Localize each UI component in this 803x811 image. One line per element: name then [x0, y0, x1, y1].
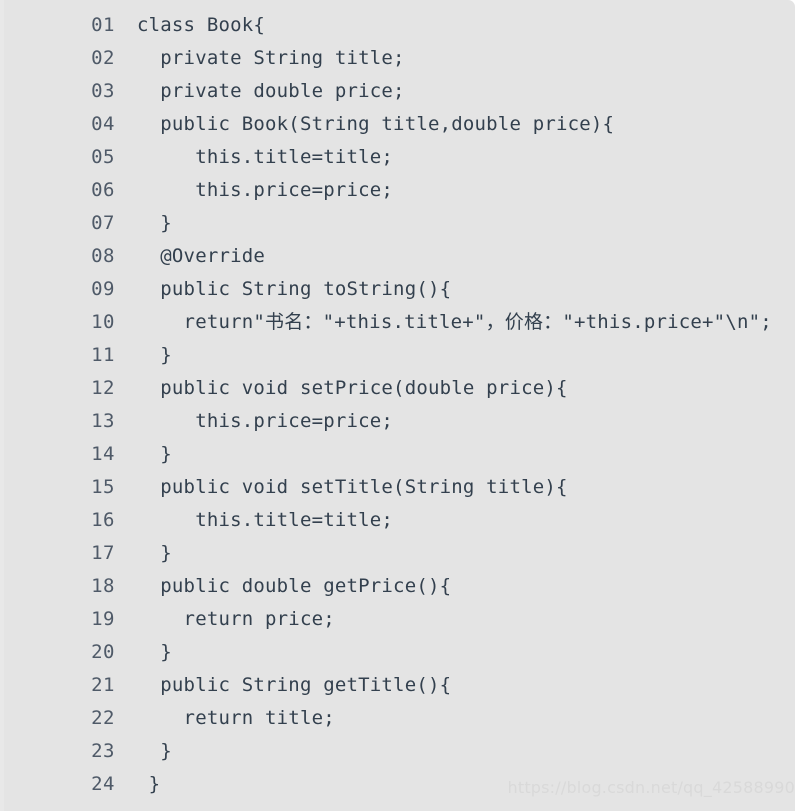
- code-line: 10 return"书名："+this.title+"，价格："+this.pr…: [0, 306, 795, 339]
- line-number: 14: [91, 443, 115, 465]
- line-number: 15: [91, 476, 115, 498]
- line-code: return"书名："+this.title+"，价格："+this.price…: [137, 311, 772, 333]
- line-number: 17: [91, 542, 115, 564]
- line-code: }: [137, 212, 172, 234]
- code-line: 20 }: [0, 636, 795, 669]
- line-code: @Override: [137, 245, 266, 267]
- line-code: }: [137, 443, 172, 465]
- line-number: 16: [91, 509, 115, 531]
- line-number: 02: [91, 47, 115, 69]
- line-number: 04: [91, 113, 115, 135]
- line-number: 05: [91, 146, 115, 168]
- code-line: 15 public void setTitle(String title){: [0, 471, 795, 504]
- line-code: return price;: [137, 608, 335, 630]
- line-code: private double price;: [137, 80, 405, 102]
- line-code: private String title;: [137, 47, 405, 69]
- line-code: }: [137, 542, 172, 564]
- line-code: public String getTitle(){: [137, 674, 452, 696]
- code-line: 04 public Book(String title,double price…: [0, 108, 795, 141]
- line-code: public void setPrice(double price){: [137, 377, 568, 399]
- line-code: }: [137, 344, 172, 366]
- line-number: 24: [91, 773, 115, 795]
- line-number: 22: [91, 707, 115, 729]
- line-code: return title;: [137, 707, 335, 729]
- line-code: public Book(String title,double price){: [137, 113, 615, 135]
- code-line: 01 class Book{: [0, 9, 795, 42]
- line-code: }: [137, 773, 161, 795]
- line-number: 03: [91, 80, 115, 102]
- code-listing: 01 class Book{02 private String title; 03 …: [0, 9, 795, 801]
- line-code: }: [137, 641, 172, 663]
- code-screenshot: 01 class Book{02 private String title; 03 …: [0, 0, 803, 811]
- code-line: 14 }: [0, 438, 795, 471]
- line-code: this.price=price;: [137, 410, 394, 432]
- code-line: 05 this.title=title;: [0, 141, 795, 174]
- line-code: this.price=price;: [137, 179, 394, 201]
- line-number: 23: [91, 740, 115, 762]
- code-line: 11 }: [0, 339, 795, 372]
- line-code: this.title=title;: [137, 146, 394, 168]
- line-number: 19: [91, 608, 115, 630]
- line-number: 13: [91, 410, 115, 432]
- line-number: 12: [91, 377, 115, 399]
- code-line: 17 }: [0, 537, 795, 570]
- line-number: 10: [91, 311, 115, 333]
- line-code: this.title=title;: [137, 509, 394, 531]
- code-line: 12 public void setPrice(double price){: [0, 372, 795, 405]
- code-line: 16 this.title=title;: [0, 504, 795, 537]
- line-number: 11: [91, 344, 115, 366]
- code-line: 09 public String toString(){: [0, 273, 795, 306]
- code-line: 07 }: [0, 207, 795, 240]
- code-panel: 01 class Book{02 private String title; 03 …: [0, 0, 795, 811]
- code-line: 22 return title;: [0, 702, 795, 735]
- code-line: 19 return price;: [0, 603, 795, 636]
- line-code: public void setTitle(String title){: [137, 476, 568, 498]
- code-line: 08 @Override: [0, 240, 795, 273]
- line-number: 06: [91, 179, 115, 201]
- code-line: 21 public String getTitle(){: [0, 669, 795, 702]
- line-code: public String toString(){: [137, 278, 452, 300]
- code-line: 02 private String title;: [0, 42, 795, 75]
- line-number: 01: [91, 14, 115, 36]
- line-number: 18: [91, 575, 115, 597]
- code-line: 23 }: [0, 735, 795, 768]
- line-number: 21: [91, 674, 115, 696]
- line-code: }: [137, 740, 172, 762]
- line-number: 07: [91, 212, 115, 234]
- line-code: public double getPrice(){: [137, 575, 452, 597]
- line-number: 09: [91, 278, 115, 300]
- watermark-text: https://blog.csdn.net/qq_42588990: [507, 778, 795, 797]
- code-line: 06 this.price=price;: [0, 174, 795, 207]
- line-number: 20: [91, 641, 115, 663]
- code-line: 03 private double price;: [0, 75, 795, 108]
- code-line: 13 this.price=price;: [0, 405, 795, 438]
- line-number: 08: [91, 245, 115, 267]
- code-line: 18 public double getPrice(){: [0, 570, 795, 603]
- line-code: class Book{: [137, 14, 266, 36]
